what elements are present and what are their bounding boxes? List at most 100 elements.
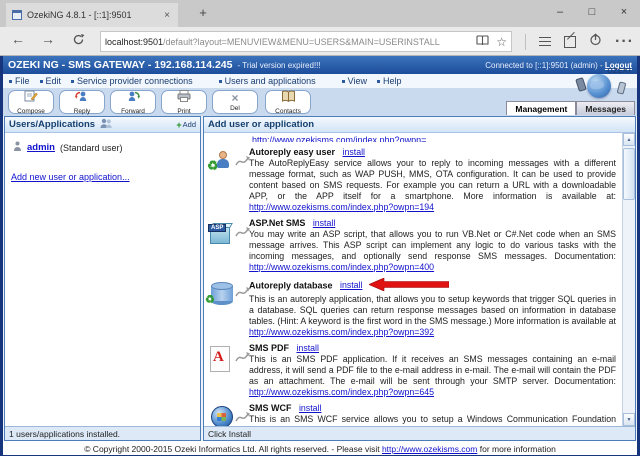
app-item-text: Autoreply easy user install The AutoRepl… <box>249 147 616 213</box>
cable-icon <box>235 224 251 243</box>
app-item-sms-wcf: WCF SMS WCF install This is an SMS WCF s… <box>207 403 616 426</box>
menu-service-provider-connections[interactable]: Service provider connections <box>71 76 193 86</box>
refresh-icon[interactable] <box>68 33 88 49</box>
menu-view[interactable]: View <box>341 76 367 86</box>
install-link[interactable]: install <box>299 403 322 413</box>
browser-tab-bar: OzekiNG 4.8.1 - [::1]:9501 × + – □ × <box>0 0 640 27</box>
tab-close-icon[interactable]: × <box>162 10 172 21</box>
reply-button[interactable]: Reply <box>59 90 105 115</box>
user-type-label: (Standard user) <box>59 142 123 153</box>
copyright-text-after: for more information <box>477 444 556 454</box>
app-header: OZEKI NG - SMS GATEWAY - 192.168.114.245… <box>3 56 637 74</box>
app-item-title: SMS WCF <box>249 403 292 413</box>
cable-icon <box>235 153 251 172</box>
phone-icon <box>575 77 587 92</box>
forward-icon[interactable]: → <box>38 31 58 47</box>
browser-actions: ··· <box>525 31 634 52</box>
phone-icon <box>616 81 627 95</box>
cable-icon <box>235 284 251 303</box>
scroll-down-icon[interactable]: ▼ <box>623 413 635 426</box>
tab-messages[interactable]: Messages <box>576 101 635 115</box>
forward-button[interactable]: Forward <box>110 90 156 115</box>
more-icon[interactable]: ··· <box>615 33 634 51</box>
maximize-button[interactable]: □ <box>576 0 608 27</box>
menu-edit[interactable]: Edit <box>39 76 61 86</box>
app-item-title: Autoreply easy user <box>249 147 336 157</box>
hub-icon[interactable] <box>539 37 552 46</box>
install-link[interactable]: install <box>340 280 363 290</box>
contacts-icon <box>281 89 296 107</box>
close-button[interactable]: × <box>608 0 640 27</box>
cable-icon <box>235 409 251 426</box>
ozeki-app-window: OZEKI NG - SMS GATEWAY - 192.168.114.245… <box>0 56 640 456</box>
ozeki-logo-text: OZEKI <box>607 68 631 75</box>
app-item-text: ASP.Net SMS install You may write an ASP… <box>249 218 616 273</box>
trial-notice: - Trial version expired!!! <box>237 60 321 70</box>
copyright-text: © Copyright 2000-2015 Ozeki Informatics … <box>84 444 382 454</box>
compose-icon <box>24 89 38 107</box>
new-tab-button[interactable]: + <box>192 5 214 20</box>
add-application-panel: Add user or application http://www.ozeki… <box>203 116 636 441</box>
app-title: OZEKI NG - SMS GATEWAY - 192.168.114.245 <box>8 59 233 71</box>
menu-bar: File Edit Service provider connections U… <box>3 74 637 88</box>
add-user-button[interactable]: + Add <box>176 120 196 130</box>
url-host: localhost:9501 <box>105 36 164 47</box>
install-link[interactable]: install <box>296 343 319 353</box>
url-path: /default?layout=MENUVIEW&MENU=USERS&MAIN… <box>163 36 440 47</box>
info-link[interactable]: http://www.ozekisms.com/index.php?owpn=1… <box>249 202 434 212</box>
app-item-aspnet-sms: ASP ASP.Net SMS install You may write an… <box>207 218 616 273</box>
user-row-admin: admin (Standard user) <box>13 141 200 154</box>
users-applications-panel: Users/Applications + Add admin (Standard… <box>4 116 201 441</box>
info-link[interactable]: http://www.ozekisms.com/index.php?owpn=4… <box>249 262 434 272</box>
app-item-text: SMS WCF install This is an SMS WCF servi… <box>249 403 616 426</box>
scroll-up-icon[interactable]: ▲ <box>623 133 635 146</box>
bullet-icon <box>9 79 12 83</box>
install-link[interactable]: install <box>313 218 336 228</box>
share-icon[interactable] <box>589 32 602 51</box>
cable-icon <box>235 349 251 368</box>
delete-button[interactable]: × Del <box>212 90 258 114</box>
view-tabs: Management Messages <box>506 101 635 115</box>
scroll-thumb[interactable] <box>623 148 635 200</box>
app-item-title: SMS PDF <box>249 343 290 353</box>
menu-help[interactable]: Help <box>377 76 402 86</box>
users-status-bar: 1 users/applications installed. <box>5 426 200 440</box>
info-link[interactable]: http://www.ozekisms.com/index.php?owpn=6… <box>249 387 434 397</box>
web-note-icon[interactable] <box>564 35 577 48</box>
menu-file[interactable]: File <box>9 76 30 86</box>
admin-user-link[interactable]: admin <box>27 142 55 153</box>
compose-button[interactable]: Compose <box>8 89 54 115</box>
ozekisms-link[interactable]: http://www.ozekisms.com <box>382 444 477 454</box>
menu-users-and-applications[interactable]: Users and applications <box>218 76 316 86</box>
plus-icon: + <box>176 119 182 130</box>
contacts-button[interactable]: Contacts <box>265 89 311 115</box>
tab-title: OzekiNG 4.8.1 - [::1]:9501 <box>27 10 132 20</box>
minimize-button[interactable]: – <box>544 0 576 27</box>
add-application-title: Add user or application <box>208 119 315 130</box>
app-item-text: SMS PDF install This is an SMS PDF appli… <box>249 343 616 398</box>
users-group-icon <box>99 118 113 132</box>
print-button[interactable]: Print <box>161 90 207 115</box>
app-item-description: The AutoReplyEasy service allows your to… <box>249 158 616 201</box>
globe-icon <box>587 74 611 98</box>
reading-view-icon[interactable] <box>476 35 489 48</box>
back-icon[interactable]: ← <box>8 31 28 47</box>
address-bar[interactable]: localhost:9501 /default?layout=MENUVIEW&… <box>100 31 512 52</box>
scrollbar[interactable]: ▲ ▼ <box>622 133 635 426</box>
install-status-bar: Click Install <box>204 426 635 440</box>
add-new-user-link[interactable]: Add new user or application... <box>11 172 200 182</box>
tab-management[interactable]: Management <box>506 101 577 115</box>
copyright-footer: © Copyright 2000-2015 Ozeki Informatics … <box>3 441 637 456</box>
browser-tab[interactable]: OzekiNG 4.8.1 - [::1]:9501 × <box>6 3 178 27</box>
info-link[interactable]: http://www.ozekisms.com/index.php?owpn=3… <box>249 327 434 337</box>
users-installed-count: 1 users/applications installed. <box>9 428 121 439</box>
bullet-icon <box>218 79 222 83</box>
clipped-link[interactable]: http://www.ozekisms.com/index.php?owpn=.… <box>252 135 434 142</box>
click-install-hint: Click Install <box>208 428 251 439</box>
app-item-description: This is an autoreply application, that a… <box>249 294 616 326</box>
main-content: Users/Applications + Add admin (Standard… <box>3 116 637 441</box>
users-panel-header: Users/Applications + Add <box>5 117 200 133</box>
favorites-star-icon[interactable]: ☆ <box>496 35 507 49</box>
install-link[interactable]: install <box>343 147 366 157</box>
app-item-title: ASP.Net SMS <box>249 218 306 228</box>
